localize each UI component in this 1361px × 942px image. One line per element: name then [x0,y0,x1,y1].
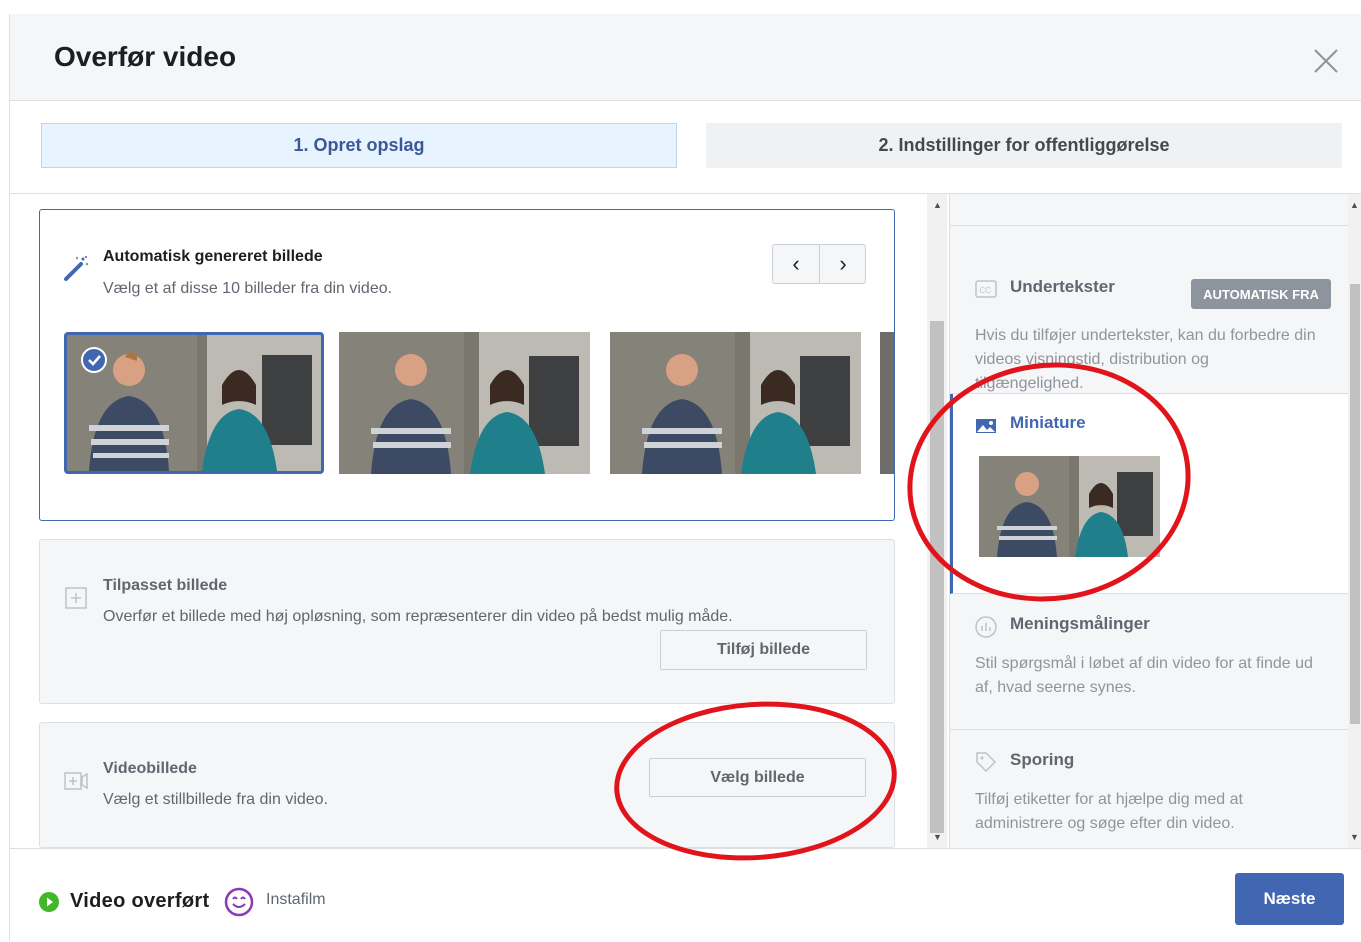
video-frame-title: Videobillede [103,760,197,777]
chevron-right-icon[interactable]: › [820,245,866,283]
scroll-up-icon[interactable]: ▲ [933,200,942,210]
video-settings-panel: CC Undertekster AUTOMATISK FRA Hvis du t… [949,194,1361,848]
instafilm-link[interactable]: Instafilm [266,891,326,909]
auto-thumbnail-title: Automatisk genereret billede [103,248,323,265]
chevron-left-icon[interactable]: ‹ [773,245,820,283]
tag-icon [976,752,997,773]
closed-captions-icon: CC [975,280,997,298]
video-frame-image [339,332,590,474]
captions-section[interactable]: CC Undertekster AUTOMATISK FRA Hvis du t… [950,226,1348,394]
captions-title: Undertekster [1010,277,1115,296]
background-strip [0,0,1361,14]
image-icon [976,419,996,433]
scroll-down-icon[interactable]: ▼ [933,832,942,842]
custom-thumbnail-subtitle: Overfør et billede med høj opløsning, so… [103,608,733,625]
thumbnail-option-selected[interactable] [64,332,324,474]
scroll-down-icon[interactable]: ▼ [1350,832,1359,842]
dialog-header: Overfør video [10,14,1361,101]
play-icon [39,892,59,912]
polls-title: Meningsmålinger [1010,614,1150,633]
add-image-icon [65,587,87,609]
polls-section[interactable]: Meningsmålinger Stil spørgsmål i løbet a… [950,594,1348,730]
thumbnail-pager: ‹ › [772,244,866,284]
tracking-section[interactable]: Sporing Tilføj etiketter for at hjælpe d… [950,730,1348,848]
thumbnail-title: Miniature [1010,413,1086,432]
video-frame-card: Videobillede Vælg et stillbillede fra di… [39,722,895,848]
video-frame-image [610,332,861,474]
dialog-title: Overfør video [54,41,237,72]
tracking-description: Tilføj etiketter for at hjælpe dig med a… [975,791,1243,832]
captions-description: Hvis du tilføjer undertekster, kan du fo… [975,327,1316,392]
close-icon[interactable] [1312,47,1340,75]
dialog-footer: Video overført Instafilm Næste [10,848,1361,942]
custom-thumbnail-card: Tilpasset billede Overfør et billede med… [39,539,895,704]
add-image-button[interactable]: Tilføj billede [660,630,867,670]
tab-create-post[interactable]: 1. Opret opslag [41,123,677,168]
instafilm-smiley-icon[interactable] [224,887,254,917]
auto-thumbnail-subtitle: Vælg et af disse 10 billeder fra din vid… [103,280,393,297]
tab-publishing-settings[interactable]: 2. Indstillinger for offentliggørelse [706,123,1342,168]
thumbnail-preview-image [979,456,1160,557]
panel-top-spacer [950,194,1348,226]
upload-video-dialog: Overfør video 1. Opret opslag 2. Indstil… [9,14,1361,942]
thumbnail-options-pane: Automatisk genereret billede Vælg et af … [10,194,925,848]
svg-text:CC: CC [980,286,992,295]
auto-thumbnail-card[interactable]: Automatisk genereret billede Vælg et af … [39,209,895,521]
thumbnail-option[interactable] [339,332,590,474]
left-scrollbar[interactable]: ▲ ▼ [927,194,947,848]
poll-icon [975,616,997,638]
step-tabs: 1. Opret opslag 2. Indstillinger for off… [10,101,1361,194]
scroll-up-icon[interactable]: ▲ [1350,200,1359,210]
thumbnail-section[interactable]: Miniature [950,394,1348,594]
captions-status-badge: AUTOMATISK FRA [1191,279,1331,309]
magic-wand-icon [64,256,89,281]
scrollbar-thumb[interactable] [930,321,944,833]
polls-description: Stil spørgsmål i løbet af din video for … [975,655,1313,696]
choose-image-button[interactable]: Vælg billede [649,758,866,797]
thumbnail-option-partial[interactable] [880,332,894,474]
scrollbar-thumb[interactable] [1350,284,1360,724]
video-frame-icon [64,772,88,790]
tracking-title: Sporing [1010,750,1075,769]
selected-check-icon [81,347,107,373]
video-frame-subtitle: Vælg et stillbillede fra din video. [103,791,329,808]
thumbnail-option[interactable] [610,332,861,474]
right-scrollbar[interactable]: ▲ ▼ [1348,194,1361,848]
next-button[interactable]: Næste [1235,873,1344,925]
custom-thumbnail-title: Tilpasset billede [103,577,228,594]
upload-status: Video overført [70,890,210,912]
